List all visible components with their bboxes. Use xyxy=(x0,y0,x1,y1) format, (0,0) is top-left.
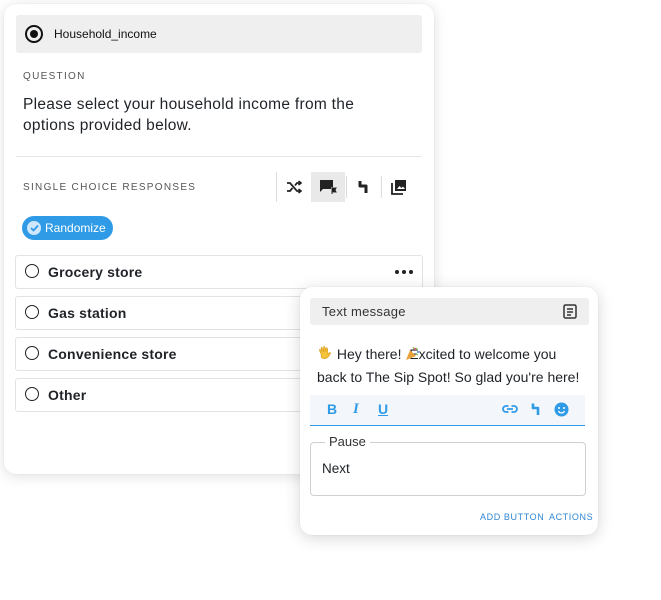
radio-button[interactable] xyxy=(25,305,39,319)
radio-button[interactable] xyxy=(25,346,39,360)
message-line-2: back to The Sip Spot! So glad you're her… xyxy=(317,369,580,385)
option-label: Gas station xyxy=(48,305,127,321)
underline-button[interactable]: U xyxy=(378,401,388,417)
single-choice-radio-icon xyxy=(25,25,43,43)
question-text[interactable]: Please select your household income from… xyxy=(23,94,403,136)
option-label: Convenience store xyxy=(48,346,177,362)
branch-icon[interactable] xyxy=(531,402,541,416)
question-section-label: QUESTION xyxy=(23,71,86,82)
formatting-toolbar: B I U xyxy=(310,395,585,426)
response-option[interactable]: Grocery store xyxy=(15,255,423,289)
add-button-link[interactable]: ADD BUTTON xyxy=(480,512,544,522)
pause-field[interactable]: Pause Next xyxy=(310,434,586,496)
radio-button[interactable] xyxy=(25,264,39,278)
responses-toolbar xyxy=(276,172,415,202)
randomize-label: Randomize xyxy=(45,221,106,235)
image-button[interactable] xyxy=(382,172,416,202)
link-icon[interactable] xyxy=(502,402,518,416)
message-header[interactable]: Text message xyxy=(310,298,589,325)
actions-link[interactable]: ACTIONS xyxy=(549,512,593,522)
message-title: Text message xyxy=(322,304,406,319)
randomize-badge[interactable]: Randomize xyxy=(22,216,113,240)
option-label: Other xyxy=(48,387,87,403)
message-line-1: Hey there! Excited to welcome you xyxy=(336,346,557,362)
branch-icon xyxy=(358,181,368,193)
question-header[interactable]: Household_income xyxy=(16,15,422,53)
shuffle-button[interactable] xyxy=(277,172,311,202)
image-icon xyxy=(391,180,406,195)
divider xyxy=(16,156,422,157)
responses-section-label: SINGLE CHOICE RESPONSES xyxy=(23,182,197,193)
waving-hand-icon xyxy=(317,345,333,367)
check-circle-icon xyxy=(27,221,41,235)
branch-button[interactable] xyxy=(347,172,381,202)
pause-value: Next xyxy=(322,461,350,476)
document-icon xyxy=(563,304,577,319)
italic-button[interactable]: I xyxy=(353,401,359,418)
shuffle-icon xyxy=(287,180,302,194)
message-body[interactable]: Hey there! Excited to welcome you back t… xyxy=(317,344,589,388)
pause-legend: Pause xyxy=(325,434,370,449)
comment-flag-button[interactable] xyxy=(311,172,345,202)
text-message-card: Text message Hey there! Excited to welco… xyxy=(300,287,598,535)
question-name: Household_income xyxy=(54,27,157,41)
emoji-icon[interactable] xyxy=(554,402,569,417)
more-options-icon[interactable] xyxy=(395,270,413,274)
radio-button[interactable] xyxy=(25,387,39,401)
party-popper-icon xyxy=(405,346,420,367)
comment-flag-icon xyxy=(320,180,337,194)
option-label: Grocery store xyxy=(48,264,143,280)
bold-button[interactable]: B xyxy=(327,401,337,417)
